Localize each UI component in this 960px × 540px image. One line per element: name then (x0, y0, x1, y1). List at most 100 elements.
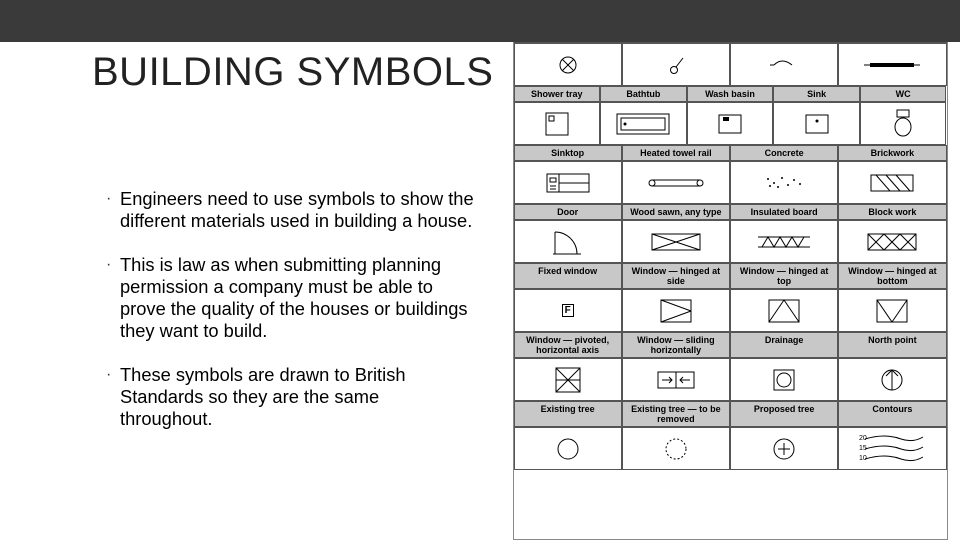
symbol-shower-tray (514, 102, 601, 145)
table-header: Fixed window (514, 263, 622, 289)
table-header: Contours (838, 401, 946, 427)
symbol-contours: 20 15 10 (838, 427, 946, 470)
table-header: Shower tray (514, 86, 601, 102)
symbol-window-top (730, 289, 838, 332)
table-header: Block work (838, 204, 946, 220)
bullet-icon: · (106, 364, 120, 386)
symbol-block-work (838, 220, 946, 263)
symbol-window-sliding (622, 358, 730, 401)
symbol-wash-basin (687, 102, 774, 145)
symbol-window-bottom (838, 289, 946, 332)
lamp-icon (557, 54, 579, 76)
table-header: WC (860, 86, 947, 102)
contour-label-10: 10 (859, 455, 867, 462)
window-side-icon (659, 298, 693, 324)
symbol-north-point (838, 358, 946, 401)
window-top-icon (767, 298, 801, 324)
block-work-icon (867, 233, 917, 251)
window-sliding-icon (656, 370, 696, 390)
symbol-switch (622, 43, 730, 86)
list-item: · This is law as when submitting plannin… (106, 254, 475, 342)
symbol-proposed-tree (730, 427, 838, 470)
table-header-row: Sinktop Heated towel rail Concrete Brick… (514, 145, 947, 161)
symbol-window-pivot (514, 358, 622, 401)
sink-icon (804, 113, 830, 135)
proposed-tree-icon (770, 435, 798, 463)
list-item: · Engineers need to use symbols to show … (106, 188, 475, 232)
table-header-row: Fixed window Window — hinged at side Win… (514, 263, 947, 289)
bullet-text: These symbols are drawn to British Stand… (120, 364, 475, 430)
wood-sawn-icon (651, 233, 701, 251)
table-header: North point (838, 332, 946, 358)
table-header-row: Door Wood sawn, any type Insulated board… (514, 204, 947, 220)
table-header: Concrete (730, 145, 838, 161)
table-header-row: Window — pivoted, horizontal axis Window… (514, 332, 947, 358)
table-header: Proposed tree (730, 401, 838, 427)
table-header: Sink (773, 86, 860, 102)
symbol-window-side (622, 289, 730, 332)
door-icon (551, 228, 585, 256)
table-row (514, 43, 947, 86)
radiator-icon (864, 60, 920, 70)
sinktop-icon (545, 172, 591, 194)
symbol-lamp (514, 43, 622, 86)
table-row: 20 15 10 (514, 427, 947, 470)
symbol-sink (773, 102, 860, 145)
symbol-fixed-window: F (514, 289, 622, 332)
symbol-tree-removed (622, 427, 730, 470)
symbol-wc (860, 102, 947, 145)
symbol-drainage (730, 358, 838, 401)
symbol-wood-sawn (622, 220, 730, 263)
symbol-radiator (838, 43, 946, 86)
bathtub-icon (615, 112, 671, 136)
north-point-icon (879, 367, 905, 393)
table-header: Window — hinged at top (730, 263, 838, 289)
window-pivot-icon (552, 364, 584, 396)
symbol-heated-towel-rail (622, 161, 730, 204)
wash-basin-icon (717, 113, 743, 135)
table-header: Existing tree (514, 401, 622, 427)
table-header: Window — hinged at side (622, 263, 730, 289)
contours-icon: 20 15 10 (857, 431, 927, 467)
table-header: Drainage (730, 332, 838, 358)
table-row: F (514, 289, 947, 332)
page-title: BUILDING SYMBOLS (92, 50, 493, 95)
table-header: Brickwork (838, 145, 946, 161)
symbol-sinktop (514, 161, 622, 204)
table-header-row: Existing tree Existing tree — to be remo… (514, 401, 947, 427)
symbol-chart: Lamp Switch Socket Radiator (513, 26, 948, 540)
drainage-icon (771, 367, 797, 393)
list-item: · These symbols are drawn to British Sta… (106, 364, 475, 430)
contour-label-20: 20 (859, 435, 867, 442)
switch-icon (665, 54, 687, 76)
table-header: Wood sawn, any type (622, 204, 730, 220)
concrete-icon (762, 175, 806, 191)
towel-rail-icon (646, 176, 706, 190)
contour-label-15: 15 (859, 445, 867, 452)
socket-icon (770, 57, 798, 73)
bullet-text: Engineers need to use symbols to show th… (120, 188, 475, 232)
table-header: Wash basin (687, 86, 774, 102)
table-header-row: Shower tray Bathtub Wash basin Sink WC (514, 86, 947, 102)
bullet-icon: · (106, 188, 120, 210)
table-header: Window — pivoted, horizontal axis (514, 332, 622, 358)
bullet-list: · Engineers need to use symbols to show … (106, 188, 475, 452)
bullet-icon: · (106, 254, 120, 276)
table-header: Heated towel rail (622, 145, 730, 161)
window-bottom-icon (875, 298, 909, 324)
text-column: BUILDING SYMBOLS · Engineers need to use… (0, 0, 500, 540)
table-header: Sinktop (514, 145, 622, 161)
wc-icon (891, 109, 915, 139)
symbol-existing-tree (514, 427, 622, 470)
symbol-concrete (730, 161, 838, 204)
symbol-brickwork (838, 161, 946, 204)
brickwork-icon (870, 174, 914, 192)
table-header: Window — sliding horizontally (622, 332, 730, 358)
bullet-text: This is law as when submitting planning … (120, 254, 475, 342)
symbol-bathtub (600, 102, 687, 145)
table-header: Bathtub (600, 86, 687, 102)
symbol-door (514, 220, 622, 263)
table-row (514, 220, 947, 263)
fixed-window-icon: F (562, 304, 574, 317)
symbol-socket (730, 43, 838, 86)
